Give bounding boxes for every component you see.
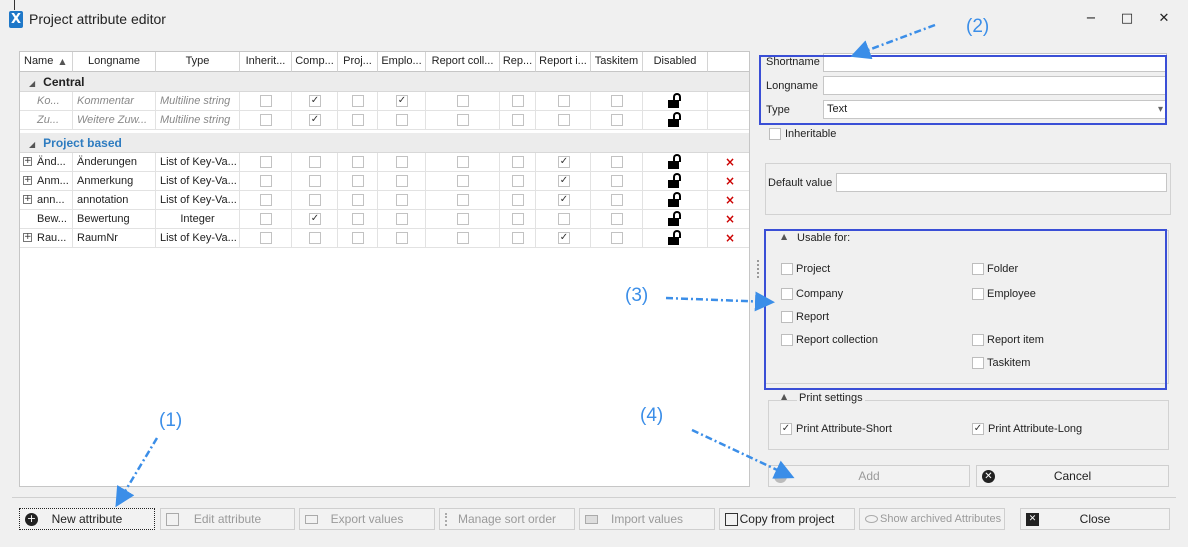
arrow-2 [850,23,936,60]
arrow-1 [115,437,159,508]
annotation-arrows [115,23,936,508]
arrow-3 [665,291,775,312]
arrow-4 [691,428,795,479]
